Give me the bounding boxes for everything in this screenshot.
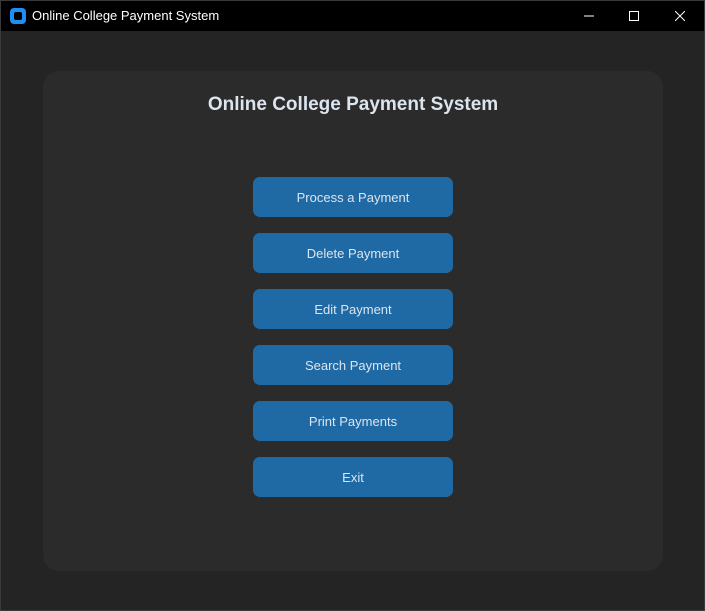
close-icon xyxy=(675,11,685,21)
edit-payment-button[interactable]: Edit Payment xyxy=(253,289,453,329)
maximize-icon xyxy=(629,11,639,21)
process-payment-button[interactable]: Process a Payment xyxy=(253,177,453,217)
title-bar[interactable]: Online College Payment System xyxy=(1,1,704,31)
print-payments-button[interactable]: Print Payments xyxy=(253,401,453,441)
app-window: Online College Payment System Online Col… xyxy=(0,0,705,611)
window-title: Online College Payment System xyxy=(32,8,220,23)
app-icon xyxy=(10,8,26,24)
close-button[interactable] xyxy=(657,1,703,31)
search-payment-button[interactable]: Search Payment xyxy=(253,345,453,385)
delete-payment-button[interactable]: Delete Payment xyxy=(253,233,453,273)
minimize-icon xyxy=(584,15,594,17)
page-title: Online College Payment System xyxy=(207,94,499,115)
maximize-button[interactable] xyxy=(611,1,657,31)
exit-button[interactable]: Exit xyxy=(253,457,453,497)
minimize-button[interactable] xyxy=(566,1,612,31)
main-panel: Online College Payment System Process a … xyxy=(43,71,663,571)
